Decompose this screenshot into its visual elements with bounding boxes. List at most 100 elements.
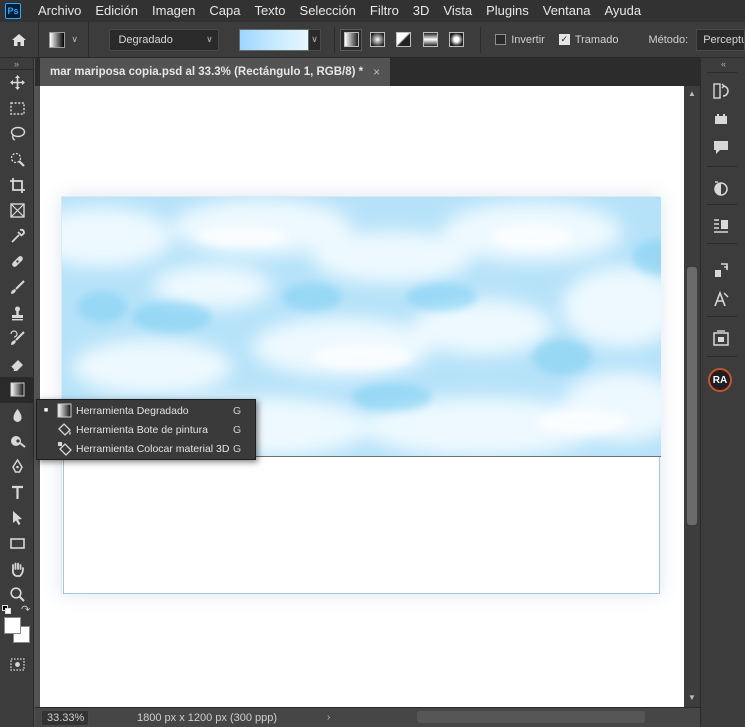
actions-icon bbox=[715, 114, 727, 124]
adjustments-panel-button[interactable] bbox=[707, 176, 735, 200]
gradient-tool[interactable] bbox=[0, 377, 34, 403]
lasso-tool[interactable] bbox=[0, 121, 34, 147]
linear-gradient-button[interactable] bbox=[340, 28, 362, 51]
dodge-tool[interactable] bbox=[0, 428, 34, 454]
paragraph-styles-panel-button[interactable] bbox=[707, 258, 735, 282]
dither-checkbox[interactable]: ✓ bbox=[558, 34, 570, 45]
crop-tool[interactable] bbox=[0, 172, 34, 198]
selected-bullet-icon: ■ bbox=[43, 407, 49, 414]
hand-tool[interactable] bbox=[0, 556, 34, 582]
radial-gradient-icon bbox=[369, 32, 385, 47]
separator bbox=[480, 26, 482, 53]
character-panel-button[interactable] bbox=[707, 287, 735, 311]
properties-panel-button[interactable] bbox=[707, 214, 735, 238]
close-icon[interactable]: × bbox=[373, 65, 380, 79]
default-colors-icon[interactable] bbox=[2, 605, 11, 615]
flyout-item-gradient[interactable]: ■ Herramienta Degradado G bbox=[37, 401, 255, 420]
menu-seleccion[interactable]: Selección bbox=[293, 0, 363, 22]
chevron-down-icon: ∨ bbox=[71, 34, 78, 44]
marquee-tool[interactable] bbox=[0, 96, 34, 122]
dither-label: Tramado bbox=[574, 33, 619, 46]
flyout-item-paint-bucket[interactable]: Herramienta Bote de pintura G bbox=[37, 420, 255, 439]
gradient-editor-preview[interactable] bbox=[238, 28, 309, 51]
vertical-scroll-thumb[interactable] bbox=[687, 267, 697, 525]
menu-3d[interactable]: 3D bbox=[406, 0, 437, 22]
move-tool[interactable] bbox=[0, 70, 34, 96]
quick-mask-button[interactable] bbox=[0, 651, 34, 677]
type-tool[interactable] bbox=[0, 480, 34, 506]
flyout-item-3d-material[interactable]: Herramienta Colocar material 3D G bbox=[37, 439, 255, 458]
stamp-tool[interactable] bbox=[0, 300, 34, 326]
document-tab-bar: mar mariposa copia.psd al 33.3% (Rectáng… bbox=[35, 58, 700, 86]
eraser-tool[interactable] bbox=[0, 352, 34, 378]
options-bar: ∨ Degradado ∨ ∨ Invertir ✓ Tramado Métod… bbox=[0, 21, 745, 58]
scroll-up-icon[interactable]: ▲ bbox=[684, 89, 700, 98]
dither-option[interactable]: ✓ Tramado bbox=[558, 33, 619, 46]
menu-vista[interactable]: Vista bbox=[436, 0, 479, 22]
healing-brush-tool[interactable] bbox=[0, 249, 34, 275]
lasso-icon bbox=[10, 127, 25, 142]
eyedropper-tool[interactable] bbox=[0, 224, 34, 250]
invert-checkbox[interactable] bbox=[495, 34, 507, 45]
flyout-item-label: Herramienta Bote de pintura bbox=[76, 423, 208, 436]
collapse-panel-icon[interactable]: « bbox=[701, 58, 745, 70]
horizontal-scroll-thumb[interactable] bbox=[417, 711, 645, 723]
zoom-icon bbox=[9, 587, 25, 602]
menu-archivo[interactable]: Archivo bbox=[31, 0, 88, 22]
method-select[interactable]: Perceptu bbox=[696, 28, 745, 51]
libraries-panel-button[interactable] bbox=[707, 326, 735, 350]
vertical-scrollbar[interactable]: ▲ ▼ bbox=[684, 86, 700, 707]
menu-imagen[interactable]: Imagen bbox=[145, 0, 202, 22]
tool-preset-picker[interactable]: ∨ bbox=[39, 21, 90, 58]
history-brush-tool[interactable] bbox=[0, 326, 34, 352]
status-menu-arrow-icon[interactable]: › bbox=[327, 712, 330, 723]
menu-edicion[interactable]: Edición bbox=[88, 0, 145, 22]
angle-gradient-button[interactable] bbox=[393, 29, 414, 51]
scroll-down-icon[interactable]: ▼ bbox=[684, 693, 700, 702]
foreground-color-swatch[interactable] bbox=[4, 617, 21, 635]
document-canvas[interactable] bbox=[61, 196, 661, 594]
quick-select-tool[interactable] bbox=[0, 147, 34, 173]
collapse-panel-icon[interactable]: » bbox=[0, 58, 33, 70]
canvas-workspace[interactable] bbox=[40, 86, 684, 707]
user-avatar[interactable]: RA bbox=[708, 368, 732, 392]
home-button[interactable] bbox=[0, 21, 39, 58]
white-rectangle-layer bbox=[63, 457, 660, 594]
rectangle-tool[interactable] bbox=[0, 531, 34, 557]
menu-texto[interactable]: Texto bbox=[247, 0, 292, 22]
comments-panel-button[interactable] bbox=[707, 135, 735, 159]
invert-option[interactable]: Invertir bbox=[495, 34, 545, 46]
gradient-preset-select[interactable]: Degradado ∨ bbox=[109, 28, 219, 51]
blur-tool[interactable] bbox=[0, 403, 34, 429]
pen-tool[interactable] bbox=[0, 454, 34, 480]
gradient-picker-dropdown[interactable]: ∨ bbox=[308, 28, 322, 51]
frame-tool[interactable] bbox=[0, 198, 34, 224]
chevron-down-icon: ∨ bbox=[206, 34, 213, 44]
hand-icon bbox=[11, 562, 24, 577]
document-tab[interactable]: mar mariposa copia.psd al 33.3% (Rectáng… bbox=[40, 58, 391, 86]
zoom-field[interactable]: 33.33% bbox=[41, 709, 89, 726]
menu-plugins[interactable]: Plugins bbox=[479, 0, 536, 22]
menu-filtro[interactable]: Filtro bbox=[363, 0, 406, 22]
frame-icon bbox=[9, 203, 25, 218]
home-icon bbox=[11, 33, 26, 46]
brush-icon bbox=[10, 280, 25, 295]
3d-material-drop-icon bbox=[55, 441, 73, 456]
reflected-gradient-button[interactable] bbox=[419, 29, 440, 51]
menu-capa[interactable]: Capa bbox=[202, 0, 247, 22]
menu-ventana[interactable]: Ventana bbox=[536, 0, 598, 22]
photoshop-logo-icon: Ps bbox=[5, 3, 21, 19]
marquee-icon bbox=[9, 102, 25, 115]
eraser-icon bbox=[10, 359, 23, 371]
history-panel-button[interactable] bbox=[707, 79, 735, 103]
actions-panel-button[interactable] bbox=[707, 107, 735, 131]
move-icon bbox=[9, 75, 25, 91]
diamond-gradient-button[interactable] bbox=[446, 29, 467, 51]
radial-gradient-button[interactable] bbox=[367, 29, 388, 51]
path-select-tool[interactable] bbox=[0, 505, 34, 531]
brush-tool[interactable] bbox=[0, 275, 34, 301]
comments-icon bbox=[714, 141, 728, 154]
swap-colors-icon[interactable]: ↷ bbox=[21, 603, 30, 616]
flyout-item-label: Herramienta Colocar material 3D bbox=[76, 442, 230, 455]
menu-ayuda[interactable]: Ayuda bbox=[597, 0, 648, 22]
